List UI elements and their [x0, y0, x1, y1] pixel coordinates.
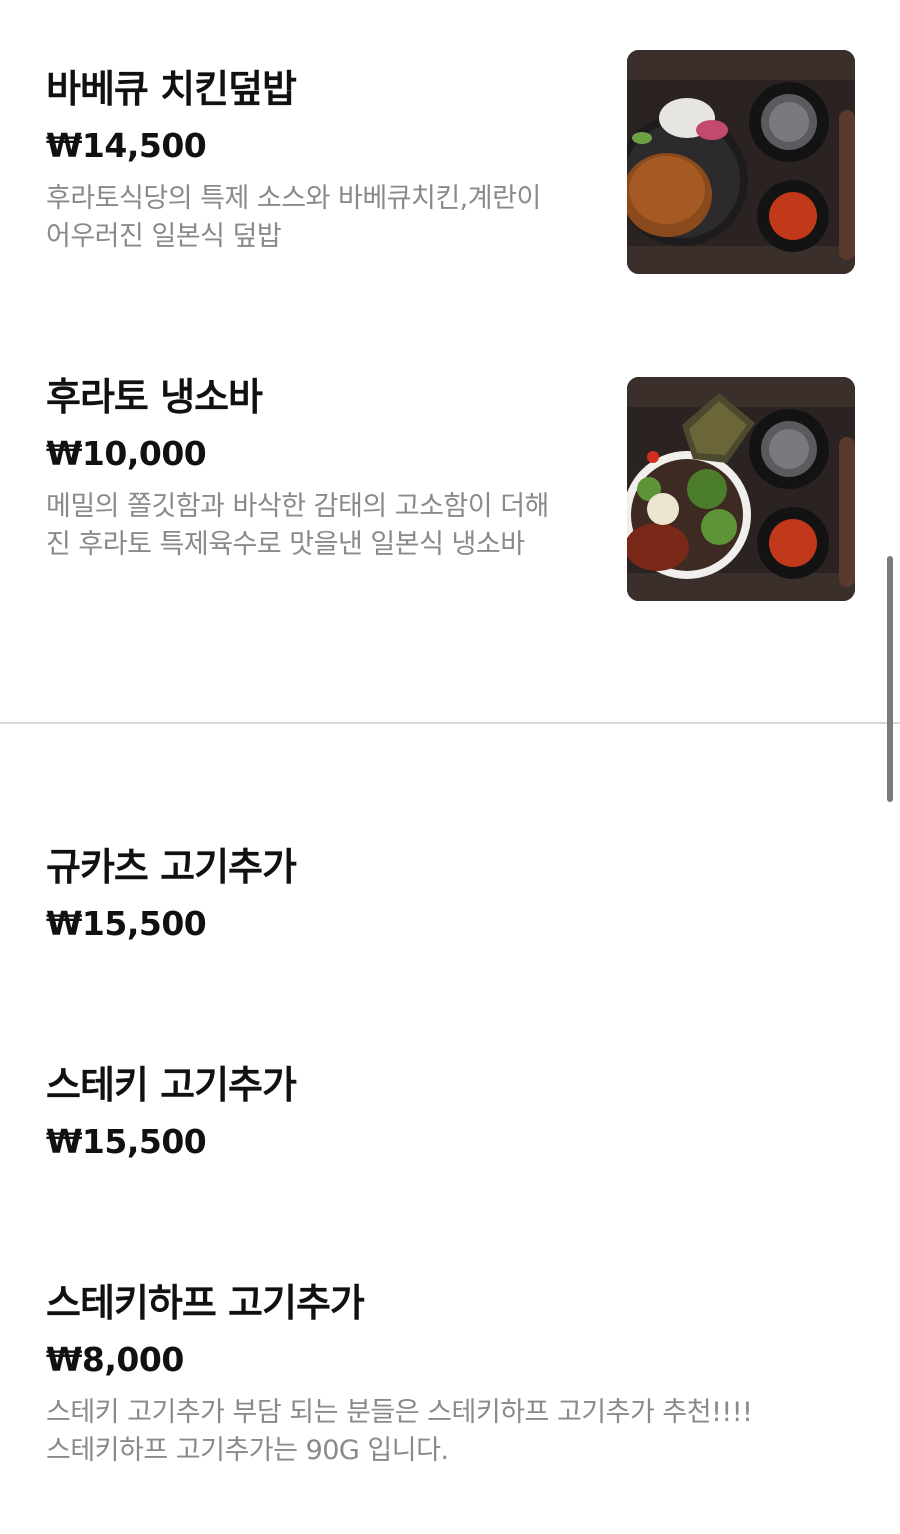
menu-item-name: 스테키하프 고기추가 — [46, 1281, 365, 1325]
menu-item[interactable]: 스테키하프 고기추가 ₩8,000 스테키 고기추가 부담 되는 분들은 스테키… — [46, 1278, 826, 1470]
menu-item[interactable]: 스테키 고기추가 ₩15,500 — [46, 1060, 746, 1164]
cold-soba-photo-image — [627, 377, 855, 601]
bbq-chicken-rice-bowl-photo-image — [627, 50, 855, 274]
menu-item[interactable]: 바베큐 치킨덮밥 ₩14,500 후라토식당의 특제 소스와 바베큐치킨,계란이… — [46, 64, 566, 256]
menu-item-description: 메밀의 쫄깃함과 바삭한 감태의 고소함이 더해진 후라토 특제육수로 맛을낸 … — [46, 491, 549, 560]
menu-item-description-line: 스테키 고기추가 부담 되는 분들은 스테키하프 고기추가 추천!!!! — [46, 1397, 753, 1428]
menu-item-price: ₩15,500 — [46, 1122, 207, 1161]
menu-item-name: 스테키 고기추가 — [46, 1063, 297, 1107]
menu-item-price: ₩14,500 — [46, 126, 207, 165]
menu-item-price: ₩15,500 — [46, 904, 207, 943]
menu-item-name: 후라토 냉소바 — [46, 375, 263, 419]
menu-item-description: 스테키 고기추가 부담 되는 분들은 스테키하프 고기추가 추천!!!! 스테키… — [46, 1394, 826, 1470]
menu-item-price: ₩10,000 — [46, 434, 207, 473]
menu-item-name: 규카츠 고기추가 — [46, 845, 297, 889]
menu-item-description: 후라토식당의 특제 소스와 바베큐치킨,계란이 어우러진 일본식 덮밥 — [46, 183, 541, 252]
menu-item-price: ₩8,000 — [46, 1340, 184, 1379]
menu-item-photo[interactable] — [627, 50, 855, 274]
menu-item-description-line: 스테키하프 고기추가는 90G 입니다. — [46, 1435, 449, 1466]
section-divider — [0, 722, 900, 724]
menu-item[interactable]: 규카츠 고기추가 ₩15,500 — [46, 842, 746, 946]
scrollbar-thumb[interactable] — [887, 556, 893, 802]
menu-item-name: 바베큐 치킨덮밥 — [46, 67, 297, 111]
menu-item-photo[interactable] — [627, 377, 855, 601]
menu-item[interactable]: 후라토 냉소바 ₩10,000 메밀의 쫄깃함과 바삭한 감태의 고소함이 더해… — [46, 372, 566, 564]
